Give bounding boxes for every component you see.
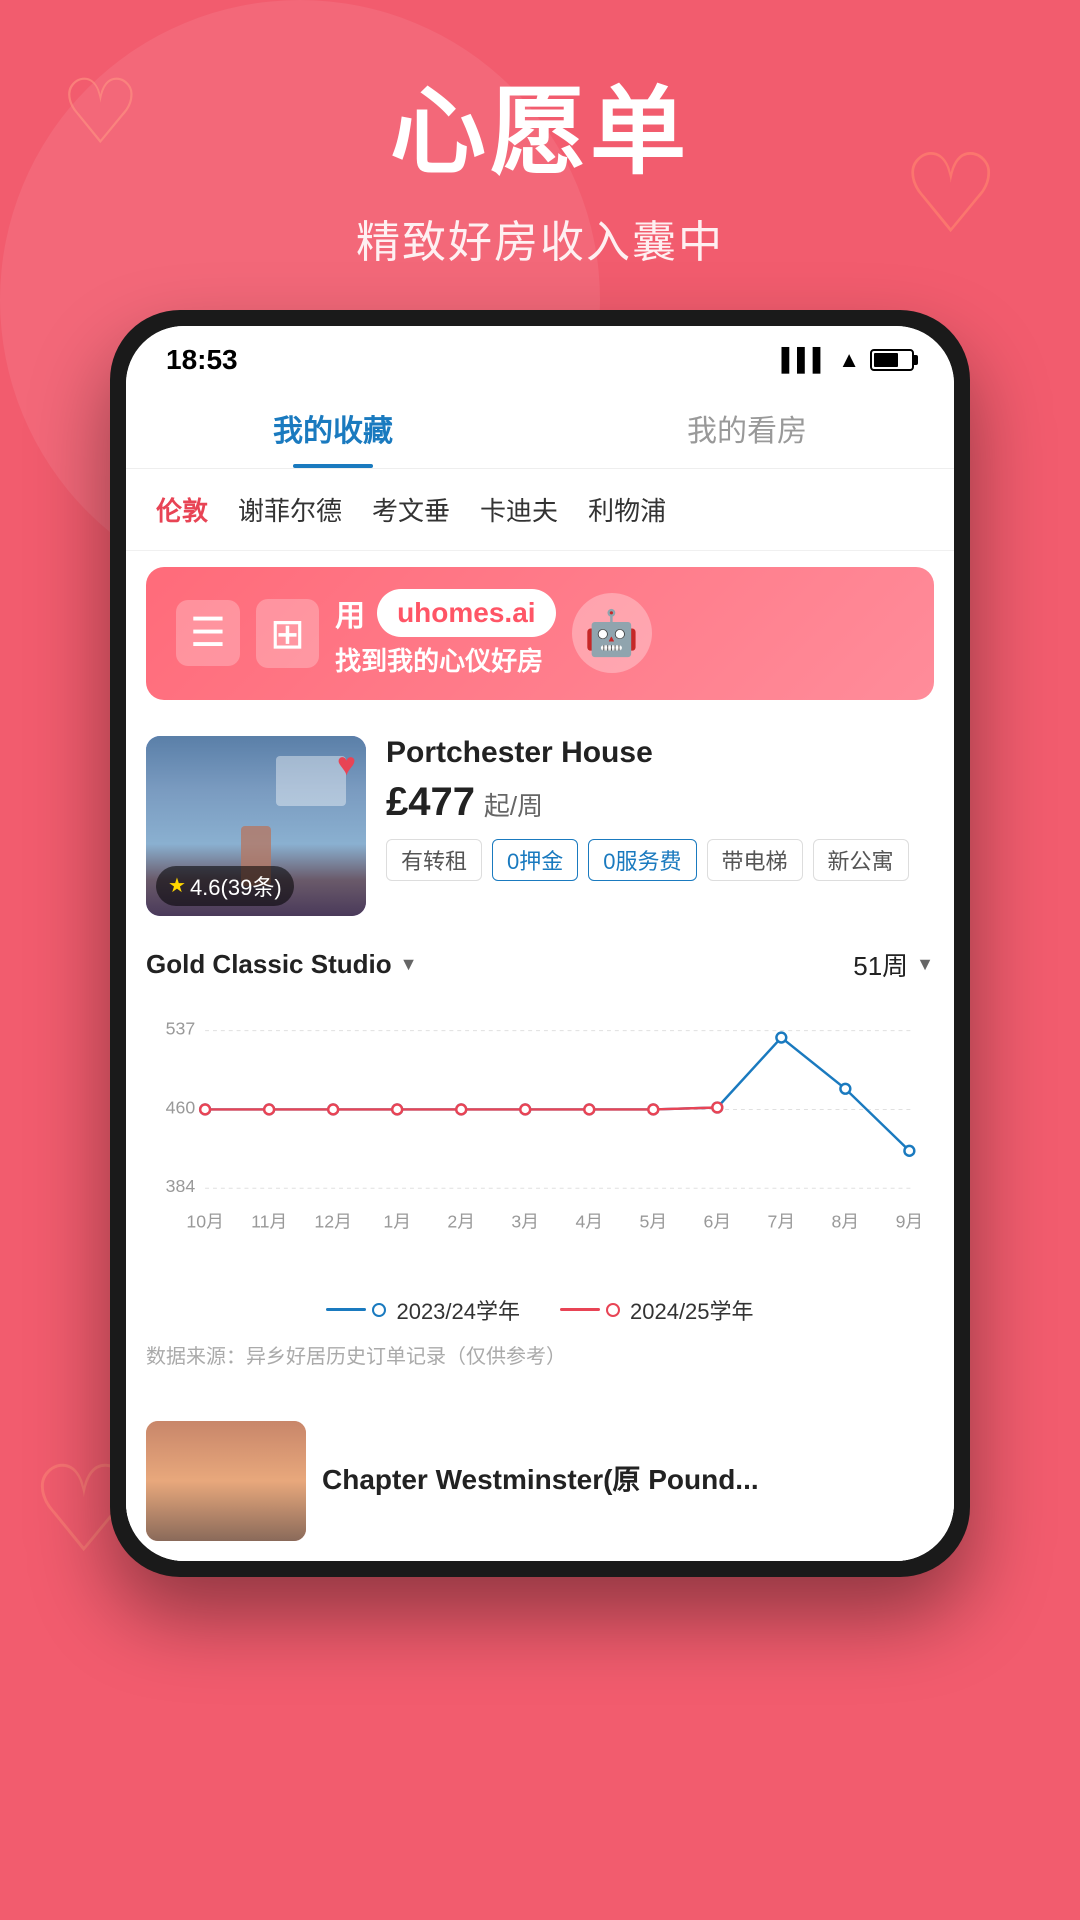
banner-text-content: 用 uhomes.ai 找到我的心仪好房: [335, 589, 555, 678]
phone-mockup: 18:53 ▌▌▌ ▲ 我的收藏 我的看房 伦敦: [110, 310, 970, 1577]
svg-text:8月: 8月: [832, 1211, 860, 1231]
tabs-bar: 我的收藏 我的看房: [126, 386, 954, 469]
property-tags: 有转租 0押金 0服务费 带电梯 新公寓: [386, 839, 934, 881]
city-london[interactable]: 伦敦: [156, 487, 208, 532]
battery-icon: [870, 349, 914, 371]
svg-text:12月: 12月: [314, 1211, 351, 1231]
sub-title: 精致好房收入囊中: [0, 206, 1080, 270]
banner-robot-icon: 🤖: [572, 593, 652, 673]
property-card-1[interactable]: ♥ ★ 4.6(39条) Portchester House £477 起/周: [126, 716, 954, 936]
uhomes-banner[interactable]: ☰ ⊞ 用 uhomes.ai 找到我的心仪好房 🤖: [146, 567, 934, 700]
property-image-1: ♥ ★ 4.6(39条): [146, 736, 366, 916]
svg-text:9月: 9月: [896, 1211, 924, 1231]
room-dropdown-icon: ▼: [400, 954, 418, 975]
svg-text:11月: 11月: [251, 1211, 287, 1231]
banner-building-icon: ⊞: [256, 599, 319, 668]
svg-text:2月: 2月: [447, 1211, 475, 1231]
legend-dot-red: [606, 1303, 620, 1317]
property-image-2: [146, 1421, 306, 1541]
chart-svg: 537 460 384: [146, 999, 934, 1279]
app-content: 我的收藏 我的看房 伦敦 谢菲尔德 考文垂 卡迪夫 利物浦 ☰ ⊞: [126, 386, 954, 1561]
banner-filter-icon: ☰: [176, 600, 240, 666]
room-type-selector[interactable]: Gold Classic Studio ▼: [146, 949, 417, 980]
city-sheffield[interactable]: 谢菲尔德: [238, 487, 342, 532]
legend-line-red: [560, 1308, 600, 1311]
status-icons: ▌▌▌ ▲: [781, 347, 914, 373]
tag-elevator: 带电梯: [707, 839, 803, 881]
tab-my-viewing[interactable]: 我的看房: [540, 406, 954, 468]
svg-text:5月: 5月: [639, 1211, 667, 1231]
property-main-content: ♥ ★ 4.6(39条) Portchester House £477 起/周: [146, 736, 934, 916]
property-info-1: Portchester House £477 起/周 有转租 0押金 0服务费 …: [386, 736, 934, 916]
status-bar: 18:53 ▌▌▌ ▲: [126, 326, 954, 386]
chart-section: Gold Classic Studio ▼ 51周 ▼: [126, 936, 954, 1389]
svg-text:460: 460: [166, 1097, 196, 1117]
banner-row-1: 用 uhomes.ai: [335, 589, 555, 637]
property-card-2[interactable]: Chapter Westminster(原 Pound...: [126, 1401, 954, 1561]
city-cardiff[interactable]: 卡迪夫: [480, 487, 558, 532]
main-title: 心愿单: [0, 80, 1080, 186]
room-type-label: Gold Classic Studio: [146, 949, 392, 980]
tab-my-collection[interactable]: 我的收藏: [126, 406, 540, 468]
city-coventry[interactable]: 考文垂: [372, 487, 450, 532]
tag-fee: 0服务费: [588, 839, 696, 881]
property-name-1: Portchester House: [386, 736, 934, 770]
legend-dot-blue: [372, 1303, 386, 1317]
property-img-2-bg: [146, 1421, 306, 1541]
property-name-2: Chapter Westminster(原 Pound...: [322, 1458, 934, 1498]
chart-data-note: 数据来源：异乡好居历史订单记录（仅供参考）: [146, 1340, 934, 1369]
property-img-window: [276, 756, 346, 806]
legend-item-red: 2024/25学年: [560, 1294, 754, 1326]
price-amount: £477: [386, 780, 475, 824]
tag-sublease: 有转租: [386, 839, 482, 881]
tag-new: 新公寓: [813, 839, 909, 881]
svg-text:6月: 6月: [704, 1211, 732, 1231]
chart-header: Gold Classic Studio ▼ 51周 ▼: [146, 946, 934, 983]
property-info-2: Chapter Westminster(原 Pound...: [322, 1458, 934, 1504]
phone-screen: 18:53 ▌▌▌ ▲ 我的收藏 我的看房 伦敦: [126, 326, 954, 1561]
svg-text:7月: 7月: [768, 1211, 796, 1231]
star-icon: ★: [168, 873, 186, 898]
legend-item-blue: 2023/24学年: [326, 1294, 520, 1326]
signal-icon: ▌▌▌: [781, 347, 828, 373]
property-price-1: £477 起/周: [386, 780, 934, 825]
weeks-selector[interactable]: 51周 ▼: [853, 946, 934, 983]
city-liverpool[interactable]: 利物浦: [588, 487, 666, 532]
banner-subtitle: 找到我的心仪好房: [335, 641, 555, 678]
rating-value: 4.6(39条): [190, 870, 282, 902]
svg-text:537: 537: [166, 1018, 196, 1038]
chart-legend: 2023/24学年 2024/25学年: [146, 1294, 934, 1326]
legend-label-blue: 2023/24学年: [396, 1294, 520, 1326]
legend-label-red: 2024/25学年: [630, 1294, 754, 1326]
svg-text:3月: 3月: [511, 1211, 539, 1231]
svg-text:384: 384: [166, 1176, 196, 1196]
banner-use-label: 用: [335, 591, 365, 635]
wifi-icon: ▲: [838, 347, 860, 373]
header-section: 心愿单 精致好房收入囊中: [0, 0, 1080, 310]
svg-text:1月: 1月: [383, 1211, 411, 1231]
city-filter: 伦敦 谢菲尔德 考文垂 卡迪夫 利物浦: [126, 469, 954, 551]
svg-text:4月: 4月: [575, 1211, 603, 1231]
price-suffix: 起/周: [484, 791, 543, 821]
svg-text:10月: 10月: [186, 1211, 223, 1231]
status-time: 18:53: [166, 344, 238, 376]
legend-line-blue: [326, 1308, 366, 1311]
weeks-label: 51周: [853, 946, 908, 983]
favorite-heart-icon[interactable]: ♥: [337, 746, 356, 783]
weeks-dropdown-icon: ▼: [916, 954, 934, 975]
banner-url: uhomes.ai: [377, 589, 555, 637]
tag-deposit: 0押金: [492, 839, 578, 881]
rating-badge: ★ 4.6(39条): [156, 866, 294, 906]
price-chart: 537 460 384: [146, 999, 934, 1284]
